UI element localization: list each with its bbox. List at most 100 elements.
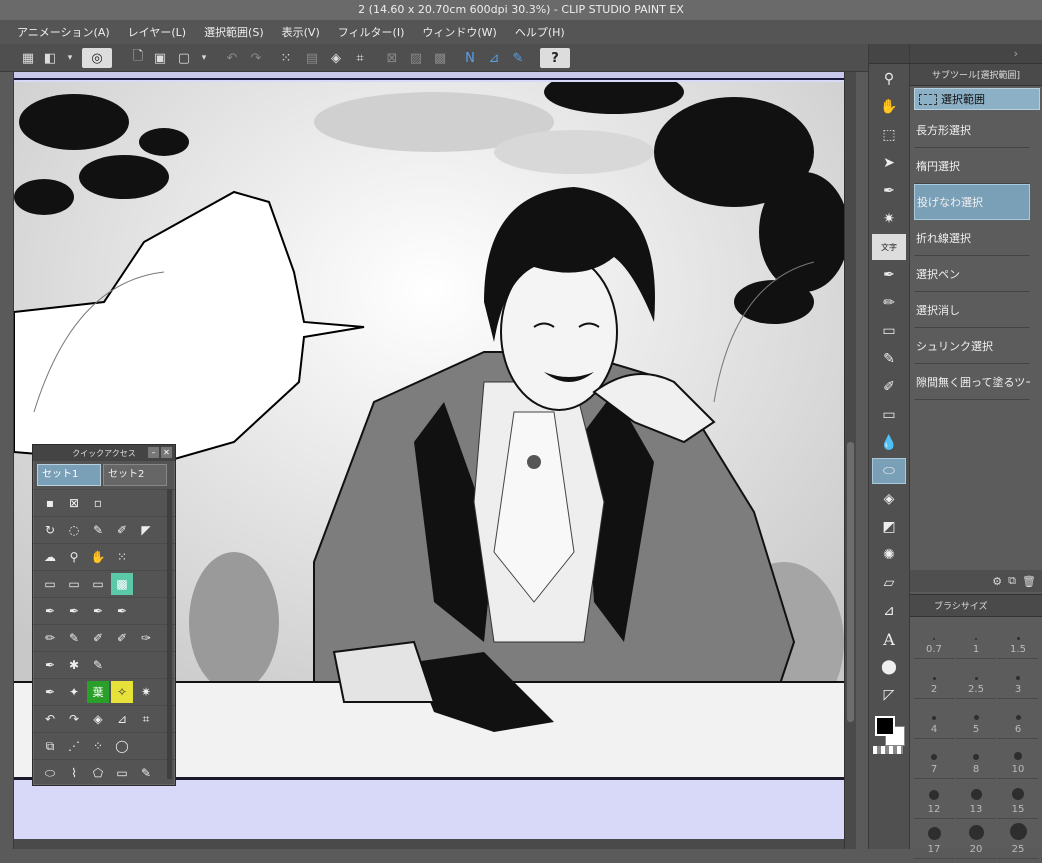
airbrush-tool-icon[interactable]: ✐ — [872, 374, 906, 400]
marker-icon[interactable]: ✐ — [87, 627, 109, 649]
brush-size-option[interactable]: 2 — [914, 661, 954, 699]
pen-maru-icon[interactable]: ✒ — [87, 600, 109, 622]
object-tool-icon[interactable]: ⬚ — [872, 122, 906, 148]
blend-icon[interactable]: ☁ — [39, 546, 61, 568]
quick-access-header[interactable]: クイックアクセス – ✕ — [33, 445, 175, 461]
eraser-tool-icon[interactable]: ▭ — [872, 318, 906, 344]
calligraphy-icon[interactable]: ✒ — [39, 654, 61, 676]
sub-tool-close-gap-fill[interactable]: 隙間無く囲って塗るツー — [914, 364, 1030, 400]
sparkle-icon[interactable]: ✦ — [63, 681, 85, 703]
brush-size-option[interactable]: 15 — [998, 781, 1038, 819]
sub-tool-selection-eraser[interactable]: 選択消し — [914, 292, 1030, 328]
sub-tool-tab[interactable]: サブツール[選択範囲] — [910, 64, 1042, 86]
redo-icon[interactable]: ↷ — [63, 708, 85, 730]
fill-icon[interactable]: ◈ — [87, 708, 109, 730]
zoom-tool-icon[interactable]: ⚲ — [872, 66, 906, 92]
selection-dots-icon[interactable]: ⁙ — [276, 48, 296, 68]
redo-icon[interactable]: ↷ — [246, 48, 266, 68]
menu-view[interactable]: 表示(V) — [273, 24, 329, 40]
open-folder-icon[interactable]: ▣ — [150, 48, 170, 68]
eraser-hard-icon[interactable]: ▭ — [87, 573, 109, 595]
watercolor-icon[interactable]: ✎ — [63, 627, 85, 649]
hand-icon[interactable]: ✋ — [87, 546, 109, 568]
set-tab-2[interactable]: セット2 — [103, 464, 167, 486]
brush-size-option[interactable]: 17 — [914, 821, 954, 859]
ruler-tool-icon[interactable]: ⊿ — [872, 598, 906, 624]
figure-tool-icon[interactable]: ✺ — [872, 542, 906, 568]
pen-icon[interactable]: ✒ — [39, 600, 61, 622]
brush-size-option[interactable]: 0.7 — [914, 621, 954, 659]
pencil-tool-icon[interactable]: ✏ — [872, 290, 906, 316]
brush-size-option[interactable]: 25 — [998, 821, 1038, 859]
brush-tool-icon[interactable]: ✎ — [872, 346, 906, 372]
save-dropdown-icon[interactable]: ▾ — [194, 48, 214, 68]
sparkle-tool-icon[interactable]: ✷ — [872, 206, 906, 232]
rect-select-icon[interactable]: ▭ — [111, 762, 133, 784]
grid-icon[interactable]: ▦ — [18, 48, 38, 68]
brush-size-option[interactable]: 4 — [914, 701, 954, 739]
close-icon[interactable]: ✕ — [161, 447, 172, 458]
spiral-icon[interactable]: ◎ — [82, 48, 112, 68]
airbrush-icon[interactable]: ✐ — [111, 519, 133, 541]
polyline-select-icon[interactable]: ⬠ — [87, 762, 109, 784]
decoration-tool-icon[interactable]: ▭ — [872, 402, 906, 428]
sub-tool-ellipse-select[interactable]: 楕円選択 — [914, 148, 1030, 184]
minimize-icon[interactable]: – — [148, 447, 159, 458]
tone-icon[interactable]: ▩ — [111, 573, 133, 595]
sub-tool-group[interactable]: 選択範囲 — [914, 88, 1040, 110]
select-pen-icon[interactable]: ✎ — [135, 762, 157, 784]
crop-icon[interactable]: ⌗ — [350, 48, 370, 68]
selection-pen-icon[interactable]: ⋰ — [63, 735, 85, 757]
canvas-vertical-scrollbar[interactable] — [844, 72, 856, 849]
text-tool-icon[interactable]: A — [872, 626, 906, 652]
clear-selection-icon[interactable]: ⊠ — [63, 492, 85, 514]
lasso-select-icon[interactable]: ⌇ — [63, 762, 85, 784]
menu-window[interactable]: ウィンドウ(W) — [413, 24, 505, 40]
trash-icon[interactable]: 🗑 — [1022, 575, 1036, 588]
undo-icon[interactable]: ↶ — [39, 708, 61, 730]
eraser-icon[interactable]: ▭ — [39, 573, 61, 595]
fill-icon[interactable]: ◈ — [326, 48, 346, 68]
pencil-icon[interactable]: ✏ — [39, 627, 61, 649]
sub-tool-lasso-select[interactable]: 投げなわ選択 — [914, 184, 1030, 220]
fill-bucket-icon[interactable]: ◤ — [135, 519, 157, 541]
dotted-square-icon[interactable]: ⁘ — [87, 735, 109, 757]
shine-icon[interactable]: ✷ — [135, 681, 157, 703]
splatter-icon[interactable]: ✱ — [63, 654, 85, 676]
brush-size-option[interactable]: 3 — [998, 661, 1038, 699]
set-tab-1[interactable]: セット1 — [37, 464, 101, 486]
brush-size-option[interactable]: 8 — [956, 741, 996, 779]
correct-line-tool-icon[interactable]: ◸ — [872, 682, 906, 708]
move-tool-icon[interactable]: ➤ — [872, 150, 906, 176]
blend-tool-icon[interactable]: 💧 — [872, 430, 906, 456]
pen-tool-icon[interactable]: ✒ — [872, 262, 906, 288]
dropdown-icon[interactable]: ▾ — [60, 48, 80, 68]
brush-size-option[interactable]: 7 — [914, 741, 954, 779]
eyedropper-tool-icon[interactable]: ✒ — [872, 178, 906, 204]
brush-dry-icon[interactable]: ✎ — [87, 654, 109, 676]
transform-icon[interactable]: ▤ — [302, 48, 322, 68]
text-box-icon[interactable]: 文字 — [872, 234, 906, 260]
hatch-icon[interactable]: ▨ — [406, 48, 426, 68]
clear-icon[interactable]: ⊠ — [382, 48, 402, 68]
star-brush-icon[interactable]: ✧ — [111, 681, 133, 703]
quick-access-scrollbar[interactable] — [167, 489, 172, 779]
pen-mapping-icon[interactable]: ✒ — [111, 600, 133, 622]
rotate-icon[interactable]: ◌ — [63, 519, 85, 541]
copy-icon[interactable]: ⧉ — [1008, 574, 1016, 588]
dots-icon[interactable]: ⁙ — [111, 546, 133, 568]
brush-size-option[interactable]: 20 — [956, 821, 996, 859]
scrollbar-thumb[interactable] — [847, 442, 854, 722]
sub-tool-polyline-select[interactable]: 折れ線選択 — [914, 220, 1030, 256]
undo-icon[interactable]: ↶ — [222, 48, 242, 68]
brush-size-option[interactable]: 5 — [956, 701, 996, 739]
menu-icon[interactable]: ◧ — [40, 48, 60, 68]
eraser-soft-icon[interactable]: ▭ — [63, 573, 85, 595]
panel-collapse-bar[interactable]: › — [910, 44, 1042, 64]
help-icon[interactable]: ? — [540, 48, 570, 68]
liner-icon[interactable]: ✒ — [39, 681, 61, 703]
ink-icon[interactable]: ✑ — [135, 627, 157, 649]
sub-tool-selection-pen[interactable]: 選択ペン — [914, 256, 1030, 292]
paste-icon[interactable]: ⧉ — [39, 735, 61, 757]
fill-tool-icon[interactable]: ◈ — [872, 486, 906, 512]
